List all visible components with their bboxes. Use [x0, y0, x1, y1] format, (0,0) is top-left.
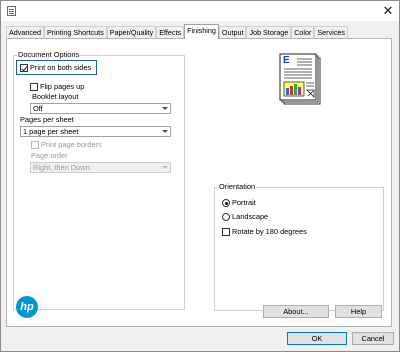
finishing-panel: Document Options Print on both sides Fli… — [6, 38, 392, 327]
tab-finishing[interactable]: Finishing — [184, 24, 219, 39]
portrait-radio[interactable] — [222, 199, 230, 207]
booklet-layout-value: Off — [33, 104, 43, 113]
print-both-sides-label: Print on both sides — [30, 63, 92, 72]
printer-icon — [7, 6, 16, 16]
rotate-180-label: Rotate by 180 degrees — [232, 227, 307, 236]
flip-pages-up-label: Flip pages up — [40, 82, 85, 91]
page-order-label: Page order — [31, 151, 68, 160]
booklet-layout-select[interactable]: Off — [30, 103, 171, 114]
hp-logo: hp — [16, 296, 38, 318]
landscape-radio[interactable] — [222, 213, 230, 221]
rotate-180-checkbox[interactable] — [222, 228, 230, 236]
landscape-label: Landscape — [232, 212, 269, 221]
ok-button[interactable]: OK — [287, 332, 347, 345]
chevron-down-icon — [162, 166, 168, 169]
orientation-title: Orientation — [218, 182, 257, 191]
printer-properties-window: ✕ Advanced Printing Shortcuts Paper/Qual… — [0, 0, 400, 352]
flip-pages-up-checkbox[interactable] — [30, 83, 38, 91]
preview-letter: E — [283, 55, 290, 66]
pages-per-sheet-value: 1 page per sheet — [23, 127, 79, 136]
cancel-button[interactable]: Cancel — [352, 332, 394, 345]
page-order-value: Right, then Down — [33, 163, 90, 172]
pages-per-sheet-label: Pages per sheet — [20, 115, 74, 124]
help-button[interactable]: Help — [335, 305, 382, 318]
close-icon[interactable]: ✕ — [379, 2, 397, 20]
pages-per-sheet-select[interactable]: 1 page per sheet — [20, 126, 171, 137]
print-page-borders-label: Print page borders — [41, 140, 102, 149]
print-page-borders-checkbox[interactable] — [31, 141, 39, 149]
booklet-layout-label: Booklet layout — [32, 92, 79, 101]
about-button[interactable]: About... — [263, 305, 329, 318]
chevron-down-icon — [162, 130, 168, 133]
portrait-label: Portrait — [232, 198, 256, 207]
chevron-down-icon — [162, 107, 168, 110]
print-both-sides-checkbox[interactable] — [20, 64, 28, 72]
document-preview-icon: E — [272, 53, 328, 107]
title-bar: ✕ — [1, 1, 399, 21]
tab-strip: Advanced Printing Shortcuts Paper/Qualit… — [6, 24, 348, 39]
page-order-select[interactable]: Right, then Down — [30, 162, 171, 173]
document-options-title: Document Options — [17, 50, 81, 59]
